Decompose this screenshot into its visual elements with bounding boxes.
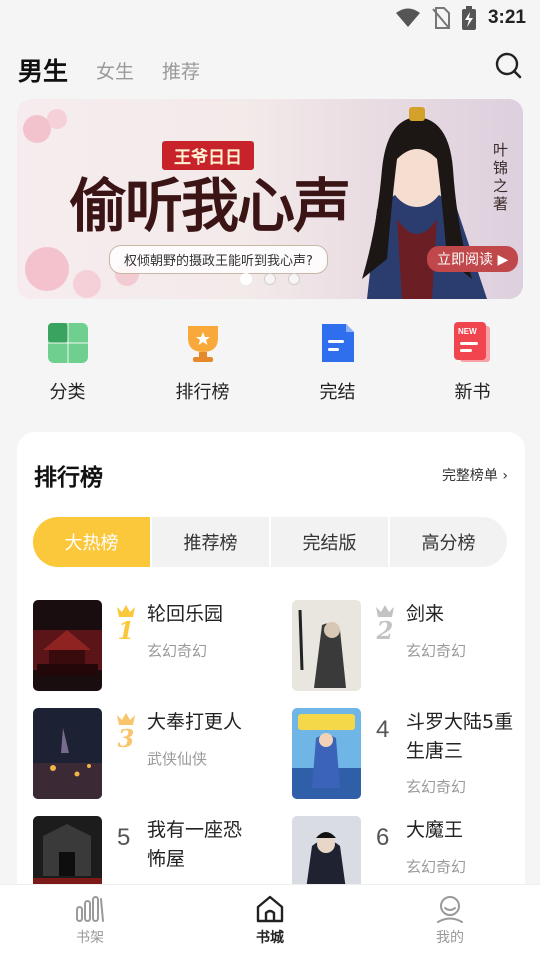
battery-charging-icon [461,6,476,30]
search-icon[interactable] [494,51,522,79]
banner-subtitle: 权倾朝野的摄政王能听到我心声? [109,245,328,274]
quick-entries: 分类 排行榜 完结 NEW 新书 [0,322,540,412]
profile-icon [437,896,463,923]
ranking-title: 排行榜 [34,465,103,491]
promo-banner[interactable]: 王爷日日 偷听我心声 权倾朝野的摄政王能听到我心声? 叶锦之著 立即阅读 ▶ [17,99,523,299]
no-sim-icon [432,7,450,29]
rank-number: 2 [376,616,394,645]
quick-entry-ranking[interactable]: 排行榜 [135,322,270,412]
nav-label: 书城 [256,930,284,946]
full-list-label: 完整榜单 [441,468,498,484]
rank-medal: 3 [115,712,137,760]
trophy-icon [182,322,224,364]
read-now-label: 立即阅读 [437,252,493,268]
bottom-nav: 书架 书城 我的 [0,884,540,960]
nav-bookshelf[interactable]: 书架 [0,885,180,960]
tab-male[interactable]: 男生 [18,52,68,88]
book-cover [33,600,102,691]
book-cover [33,708,102,799]
tab-female[interactable]: 女生 [96,57,134,84]
quick-entry-finished[interactable]: 完结 [270,322,405,412]
book-genre: 玄幻奇幻 [406,642,467,660]
book-item[interactable]: 2 剑来 玄幻奇幻 [292,600,527,692]
rank-number: 1 [117,616,135,645]
quick-entry-category[interactable]: 分类 [0,322,135,412]
book-title: 剑来 [406,603,445,625]
new-book-icon: NEW [452,322,494,364]
book-cover [292,708,361,799]
tab-hot[interactable]: 大热榜 [33,517,152,567]
svg-text:NEW: NEW [458,327,477,336]
banner-author: 叶锦之著 [493,141,509,213]
ranking-tabs: 大热榜 推荐榜 完结版 高分榜 [33,517,507,567]
book-genre: 玄幻奇幻 [406,858,467,876]
bookshelf-icon [76,896,104,922]
nav-label: 书架 [76,930,104,946]
ranking-header: 排行榜 完整榜单 › [34,460,508,491]
top-tabs: 男生 女生 推荐 [18,50,522,90]
chevron-right-icon: › [502,468,508,484]
book-genre: 玄幻奇幻 [147,642,208,660]
rank-number: 5 [117,824,131,851]
nav-label: 我的 [436,930,464,946]
book-item[interactable]: 4 斗罗大陆5重生唐三 玄幻奇幻 [292,708,527,800]
rank-number: 4 [376,716,390,743]
read-now-button[interactable]: 立即阅读 ▶ [427,246,519,272]
banner-dot[interactable] [264,273,276,285]
quick-entry-label: 分类 [49,382,86,403]
clock: 3:21 [487,7,526,28]
quick-entry-new[interactable]: NEW 新书 [405,322,540,412]
rank-number: 3 [117,724,135,753]
quick-entry-label: 排行榜 [175,382,230,403]
book-title: 轮回乐园 [147,603,224,625]
status-bar: 3:21 [0,0,540,36]
rank-medal: 1 [115,604,137,652]
wifi-icon [395,8,420,27]
finished-doc-icon [317,322,359,364]
book-item[interactable]: 3 大奉打更人 武侠仙侠 [33,708,268,800]
nav-profile[interactable]: 我的 [360,885,540,960]
book-title: 斗罗大陆5重生唐三 [406,711,514,762]
nav-bookstore[interactable]: 书城 [180,885,360,960]
tab-recommend[interactable]: 推荐 [162,57,200,84]
banner-dot[interactable] [288,273,300,285]
book-title: 大魔王 [406,819,464,841]
tab-recommend-rank[interactable]: 推荐榜 [152,517,271,567]
quick-entry-label: 完结 [319,382,356,403]
book-genre: 武侠仙侠 [147,750,208,768]
ranking-card: 排行榜 完整榜单 › 大热榜 推荐榜 完结版 高分榜 1 轮回乐园 玄幻奇幻 2… [17,432,527,907]
banner-title: 偷听我心声 [69,172,351,240]
banner-dot[interactable] [240,273,252,285]
banner-pagination [17,273,523,285]
rank-medal: 2 [374,604,396,652]
category-icon [47,322,89,364]
full-list-link[interactable]: 完整榜单 › [442,465,508,485]
tab-finished-rank[interactable]: 完结版 [271,517,390,567]
book-item[interactable]: 1 轮回乐园 玄幻奇幻 [33,600,268,692]
book-genre: 玄幻奇幻 [406,778,467,796]
book-title: 大奉打更人 [147,711,243,733]
tab-high-score[interactable]: 高分榜 [390,517,507,567]
rank-number: 6 [376,824,390,851]
book-title: 我有一座恐怖屋 [147,819,243,870]
home-icon [256,895,284,923]
quick-entry-label: 新书 [454,382,491,403]
book-cover [292,600,361,691]
